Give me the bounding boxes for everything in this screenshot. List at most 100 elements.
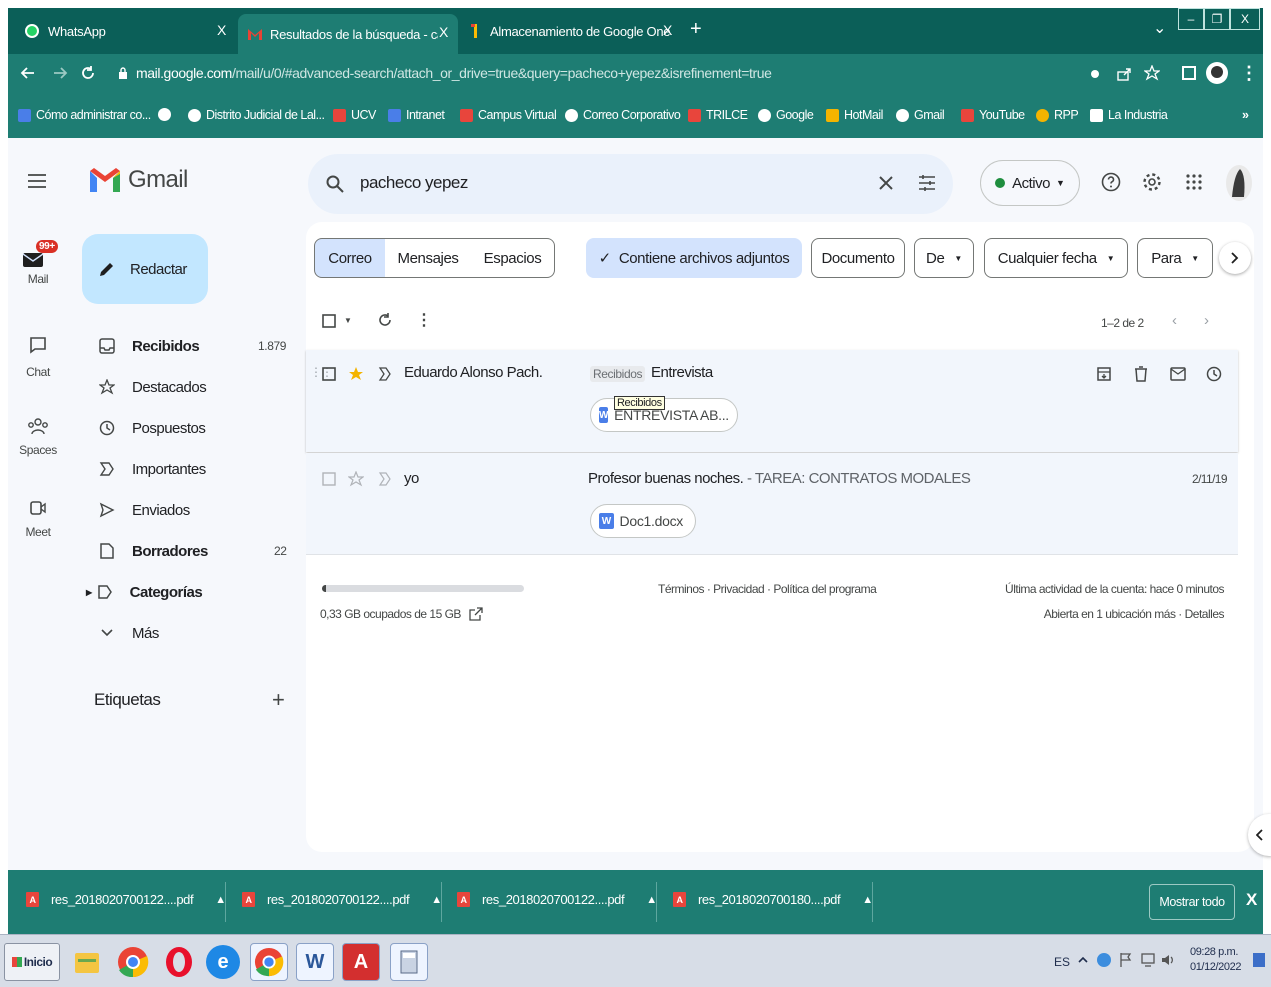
- label-chip[interactable]: Recibidos: [590, 366, 646, 382]
- clear-search-icon[interactable]: [878, 175, 894, 191]
- language-indicator[interactable]: ES: [1054, 955, 1070, 969]
- tray-network-icon[interactable]: [1140, 952, 1156, 968]
- table-row[interactable]: ⋮⋮ Eduardo Alonso Pach. Recibidos Entrev…: [306, 350, 1238, 452]
- external-link-icon[interactable]: [469, 607, 483, 621]
- start-button[interactable]: Inicio: [4, 943, 60, 981]
- clock[interactable]: 09:28 p.m. 01/12/2022: [1190, 945, 1241, 975]
- bookmark-item[interactable]: Google: [758, 108, 814, 122]
- footer-links[interactable]: Términos · Privacidad · Política del pro…: [658, 582, 877, 596]
- row-checkbox[interactable]: [322, 367, 336, 381]
- select-all-checkbox[interactable]: [322, 314, 336, 328]
- bookmark-item[interactable]: TRILCE: [688, 108, 748, 122]
- bookmark-item[interactable]: HotMail: [826, 108, 883, 122]
- important-marker-icon[interactable]: [378, 472, 392, 486]
- star-filled-icon[interactable]: [348, 366, 364, 382]
- download-item[interactable]: Ares_2018020700122....pdf ▲: [457, 892, 657, 907]
- edge-icon[interactable]: e: [206, 945, 240, 979]
- storage-info[interactable]: 0,33 GB ocupados de 15 GB: [320, 607, 483, 621]
- bookmark-item[interactable]: La Industria: [1090, 108, 1168, 122]
- share-icon[interactable]: [1116, 66, 1132, 82]
- tab-close-icon[interactable]: X: [439, 24, 448, 40]
- close-downloads-icon[interactable]: X: [1246, 890, 1257, 910]
- tray-flag-icon[interactable]: [1118, 952, 1134, 968]
- main-menu-icon[interactable]: [28, 174, 46, 188]
- bookmark-item[interactable]: UCV: [333, 108, 376, 122]
- rail-mail[interactable]: 99+ Mail: [8, 238, 68, 286]
- filter-mensajes[interactable]: Mensajes: [385, 238, 472, 278]
- filter-correo[interactable]: Correo: [314, 238, 386, 278]
- tab-google-one[interactable]: Almacenamiento de Google One X: [460, 12, 682, 50]
- nav-sent[interactable]: Enviados: [96, 495, 190, 525]
- important-marker-icon[interactable]: [378, 367, 392, 381]
- refresh-icon[interactable]: [377, 312, 393, 328]
- next-page-icon[interactable]: ›: [1204, 312, 1209, 329]
- nav-drafts[interactable]: Borradores: [96, 536, 208, 566]
- search-options-icon[interactable]: [918, 174, 936, 192]
- mark-read-envelope-icon[interactable]: [1170, 367, 1186, 381]
- search-icon[interactable]: [326, 175, 344, 193]
- filter-date[interactable]: Cualquier fecha ▼: [984, 238, 1128, 278]
- bookmark-item[interactable]: RPP: [1036, 108, 1079, 122]
- window-minimize-button[interactable]: –: [1178, 8, 1204, 30]
- nav-inbox[interactable]: Recibidos: [96, 331, 200, 361]
- search-bar[interactable]: pacheco yepez: [308, 154, 953, 214]
- download-item[interactable]: Ares_2018020700122....pdf ▲: [242, 892, 442, 907]
- filter-has-attachment[interactable]: ✓ Contiene archivos adjuntos: [586, 238, 802, 278]
- back-arrow-icon[interactable]: [20, 65, 36, 81]
- chrome-icon[interactable]: [114, 943, 152, 981]
- rail-meet[interactable]: Meet: [8, 500, 68, 539]
- compose-button[interactable]: Redactar: [82, 234, 208, 304]
- window-close-button[interactable]: X: [1230, 8, 1260, 30]
- nav-more[interactable]: Más: [96, 618, 159, 648]
- tab-close-icon[interactable]: X: [217, 22, 226, 38]
- download-item[interactable]: Ares_2018020700122....pdf ▲: [26, 892, 226, 907]
- bookmarks-overflow-icon[interactable]: »: [1242, 108, 1249, 122]
- bookmark-item[interactable]: [158, 108, 176, 121]
- download-item[interactable]: Ares_2018020700180....pdf ▲: [673, 892, 873, 907]
- nav-snoozed[interactable]: Pospuestos: [96, 413, 206, 443]
- rail-chat[interactable]: Chat: [8, 336, 68, 379]
- filter-document[interactable]: Documento: [811, 238, 905, 278]
- tray-app-icon[interactable]: [1096, 952, 1112, 968]
- tab-close-icon[interactable]: X: [663, 22, 672, 38]
- calculator-icon[interactable]: [390, 943, 428, 981]
- attachment-chip[interactable]: W Doc1.docx: [590, 504, 696, 538]
- open-locations-link[interactable]: Abierta en 1 ubicación más · Detalles: [1044, 607, 1225, 621]
- bookmark-item[interactable]: Gmail: [896, 108, 945, 122]
- chrome-active-icon[interactable]: [250, 943, 288, 981]
- search-input[interactable]: pacheco yepez: [360, 173, 468, 193]
- tab-whatsapp[interactable]: WhatsApp X: [14, 12, 236, 50]
- bookmark-item[interactable]: Intranet: [388, 108, 445, 122]
- tray-volume-icon[interactable]: [1160, 952, 1176, 968]
- bookmark-star-icon[interactable]: [1144, 65, 1160, 81]
- help-icon[interactable]: [1101, 172, 1121, 192]
- nav-important[interactable]: Importantes: [96, 454, 206, 484]
- status-selector[interactable]: Activo ▼: [980, 160, 1080, 206]
- new-tab-button[interactable]: +: [690, 18, 702, 41]
- settings-gear-icon[interactable]: [1142, 172, 1162, 192]
- forward-arrow-icon[interactable]: [52, 65, 68, 81]
- show-desktop-button[interactable]: [1253, 953, 1265, 967]
- delete-trash-icon[interactable]: [1134, 366, 1148, 382]
- nav-categories[interactable]: ▶ Categorías: [86, 577, 203, 607]
- browser-menu-icon[interactable]: ⋮: [1240, 63, 1258, 84]
- gmail-logo[interactable]: Gmail: [90, 166, 188, 194]
- eye-icon[interactable]: [1088, 67, 1102, 81]
- tab-list-chevron-icon[interactable]: ⌄: [1153, 18, 1166, 38]
- filter-to[interactable]: Para ▼: [1137, 238, 1213, 278]
- snooze-clock-icon[interactable]: [1206, 366, 1222, 382]
- bookmark-item[interactable]: Distrito Judicial de Lal...: [188, 108, 325, 122]
- bookmark-item[interactable]: YouTube: [961, 108, 1025, 122]
- filter-from[interactable]: De ▼: [914, 238, 974, 278]
- reload-icon[interactable]: [80, 65, 96, 81]
- tab-gmail-search[interactable]: Resultados de la búsqueda - carme X: [238, 14, 458, 54]
- row-checkbox[interactable]: [322, 472, 336, 486]
- table-row[interactable]: yo Profesor buenas noches. - TAREA: CONT…: [306, 453, 1238, 555]
- lock-icon[interactable]: [118, 67, 128, 80]
- show-all-downloads-button[interactable]: Mostrar todo: [1149, 884, 1235, 920]
- explorer-icon[interactable]: [68, 943, 106, 981]
- add-label-button[interactable]: +: [272, 687, 285, 713]
- window-restore-button[interactable]: ❐: [1204, 8, 1230, 30]
- acrobat-icon[interactable]: A: [342, 943, 380, 981]
- filters-scroll-right-icon[interactable]: [1219, 242, 1251, 274]
